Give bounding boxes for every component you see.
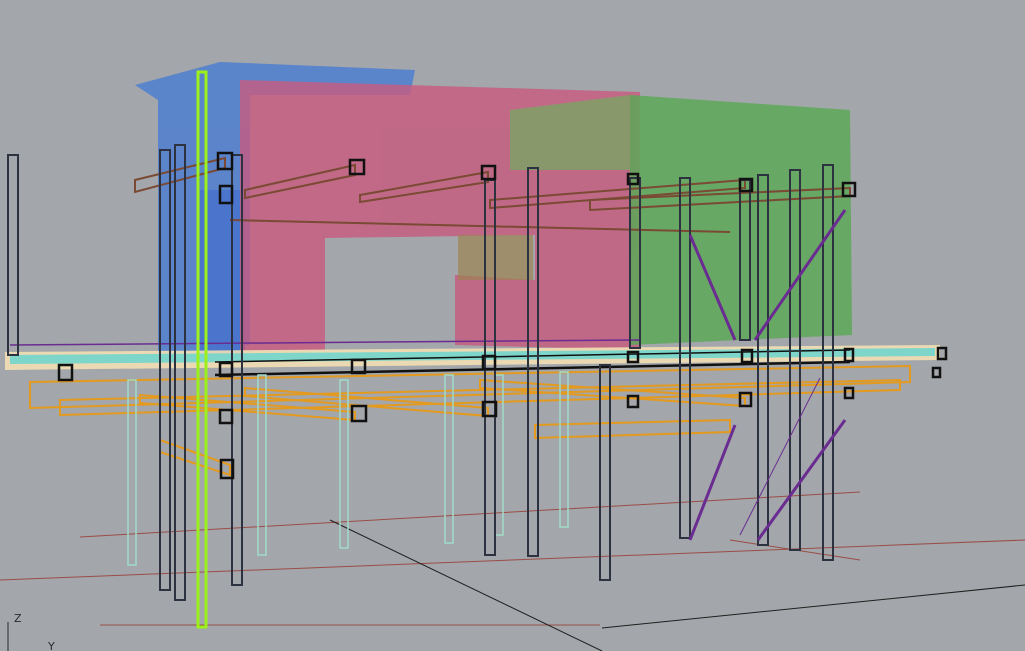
ground-grid xyxy=(0,491,1025,651)
axis-label-y: Y xyxy=(48,640,55,651)
scene-canvas[interactable] xyxy=(0,0,1025,651)
axis-label-z: Z xyxy=(14,612,22,625)
lower-beams xyxy=(29,364,911,477)
3d-viewport[interactable]: Z Y xyxy=(0,0,1025,651)
